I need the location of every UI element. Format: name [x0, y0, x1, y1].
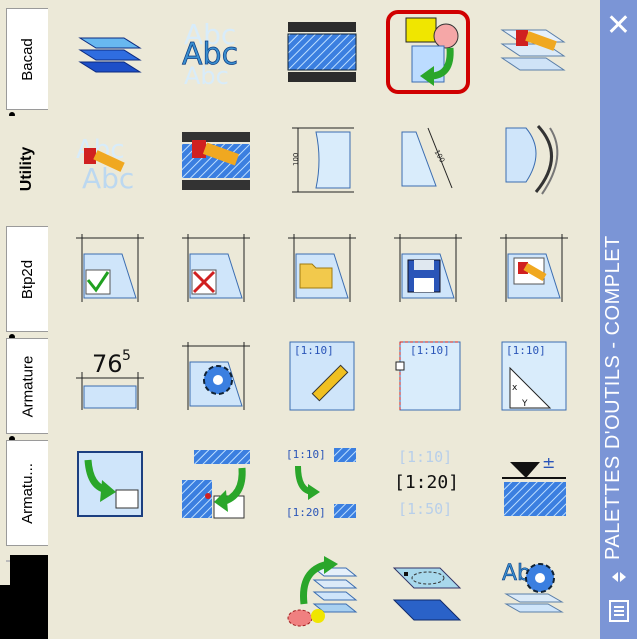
auto-hide-icon[interactable]	[610, 568, 628, 586]
dimension-value-icon: 76 5	[76, 348, 144, 410]
hatch-arrow-icon	[182, 450, 250, 519]
text-brush-icon: Abc Abc	[76, 135, 134, 195]
tool-layer-region[interactable]	[388, 552, 468, 632]
abc-ghost: Abc	[184, 62, 229, 90]
dim-text: 100	[433, 149, 447, 165]
tool-view-settings[interactable]	[176, 336, 256, 416]
scale-option: [1:10]	[398, 448, 452, 466]
tool-dim-linear[interactable]: 100	[282, 120, 362, 200]
scale-option-current: [1:20]	[394, 472, 459, 493]
layer-region-icon	[392, 567, 462, 621]
tool-hatch-insert[interactable]	[176, 444, 256, 524]
tool-dim-arc[interactable]	[494, 120, 574, 200]
tab-bacad[interactable]: Bacad	[6, 8, 48, 110]
layer-brush-icon	[500, 29, 566, 71]
gear-icon	[182, 342, 250, 410]
text-abc-icon: Abc Abc Abc	[182, 18, 239, 90]
tool-viewport-insert[interactable]	[70, 444, 150, 524]
palette-title-bar[interactable]: ✕ PALETTES D'OUTILS - COMPLET	[600, 0, 637, 639]
tab-label: Btp2d	[18, 259, 36, 299]
tool-hatch[interactable]	[282, 12, 362, 92]
layer-transfer-icon	[287, 556, 358, 627]
tab-btp2d[interactable]: Btp2d	[6, 226, 48, 332]
tab-label: Armature	[19, 355, 36, 417]
properties-menu-icon[interactable]	[609, 600, 629, 622]
tool-view-delete[interactable]	[176, 228, 256, 308]
hatch-icon	[287, 22, 357, 82]
tool-scale-xy[interactable]: [1:10] x Y	[494, 336, 574, 416]
viewport-arrow-icon	[77, 451, 143, 517]
tool-scale-viewport[interactable]: [1:10]	[388, 336, 468, 416]
tool-layer-paint[interactable]	[494, 12, 574, 92]
floppy-disk-icon	[394, 234, 462, 302]
tool-match-properties[interactable]	[386, 10, 470, 94]
tab-label: Armatu...	[19, 462, 37, 524]
tool-view-paint[interactable]	[494, 228, 574, 308]
tool-palette-window: Bacad Utility Btp2d Armature Armatu... A…	[0, 0, 637, 639]
abc-ghost: Abc	[82, 162, 134, 195]
tool-view-validate[interactable]	[70, 228, 150, 308]
tool-layer-transfer[interactable]	[282, 552, 362, 632]
tool-scale-list[interactable]: [1:10] [1:20] [1:50]	[388, 444, 468, 524]
tool-dim-aligned[interactable]: 100	[388, 120, 468, 200]
tool-grid-panel: Abc Abc Abc Abc Abc 100 100 76 5 [1:10] …	[48, 0, 600, 639]
tab-label: Bacad	[19, 37, 37, 81]
view-check-icon	[76, 234, 144, 302]
close-button[interactable]: ✕	[600, 8, 637, 44]
scale-change-icon: [1:10] [1:20]	[286, 448, 356, 519]
tool-text-settings[interactable]: Ab	[494, 552, 574, 632]
scale-label: [1:20]	[286, 506, 326, 519]
tab-utility[interactable]: Utility	[4, 116, 50, 222]
view-cross-icon	[182, 234, 250, 302]
scale-label: [1:10]	[286, 448, 326, 461]
view-brush-icon	[500, 234, 568, 302]
pencil-scale-icon: [1:10]	[289, 341, 355, 411]
tool-dim-value[interactable]: 76 5	[70, 336, 150, 416]
scale-label: [1:10]	[410, 344, 450, 357]
dim-value-text: 76	[92, 350, 123, 378]
axis-x-letter: x	[512, 383, 518, 393]
tool-view-open[interactable]	[282, 228, 362, 308]
dimension-linear-icon: 100	[292, 127, 354, 193]
scale-label: [1:10]	[506, 344, 546, 357]
match-properties-icon	[405, 17, 459, 86]
dim-text: 100	[292, 153, 300, 166]
tab-stack-shadow	[10, 555, 48, 639]
tab-label: Utility	[18, 146, 36, 192]
hatch-brush-icon	[182, 132, 250, 190]
tool-scale-change[interactable]: [1:10] [1:20]	[282, 444, 362, 524]
tool-text-paint[interactable]: Abc Abc	[70, 120, 150, 200]
tool-level-marker[interactable]: ±	[494, 444, 574, 524]
tool-view-save[interactable]	[388, 228, 468, 308]
text-gear-icon: Ab	[502, 561, 564, 613]
folder-icon	[288, 234, 356, 302]
tool-layers[interactable]	[70, 12, 150, 92]
scale-option: [1:50]	[398, 500, 452, 518]
tab-armature[interactable]: Armature	[6, 338, 48, 434]
layers-icon	[78, 37, 142, 73]
xy-scale-icon: [1:10] x Y	[501, 341, 567, 411]
level-marker-icon: ±	[502, 453, 566, 516]
tool-text-style[interactable]: Abc Abc Abc	[176, 12, 256, 92]
tool-hatch-paint[interactable]	[176, 120, 256, 200]
scale-label: [1:10]	[294, 344, 334, 357]
scale-list-icon: [1:10] [1:20] [1:50]	[394, 448, 459, 518]
dimension-arc-icon	[505, 124, 559, 195]
tab-armatu2[interactable]: Armatu...	[6, 440, 48, 546]
plusminus-sign: ±	[542, 453, 555, 472]
dimension-aligned-icon: 100	[401, 127, 453, 189]
palette-title: PALETTES D'OUTILS - COMPLET	[602, 235, 624, 560]
axis-y-letter: Y	[521, 399, 528, 409]
dim-exponent: 5	[122, 348, 131, 364]
tool-scale-edit[interactable]: [1:10]	[282, 336, 362, 416]
viewport-scale-icon: [1:10]	[395, 341, 461, 411]
